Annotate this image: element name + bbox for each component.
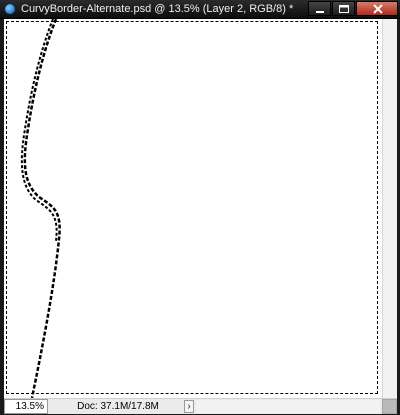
zoom-level-field[interactable]: 13.5% — [4, 399, 48, 414]
status-bar: 13.5% Doc: 37.1M/17.8M › — [4, 398, 397, 414]
document-window: CurvyBorder-Alternate.psd @ 13.5% (Layer… — [0, 0, 400, 415]
minimize-icon — [316, 11, 324, 13]
vertical-scrollbar[interactable] — [382, 19, 397, 398]
maximize-button[interactable] — [332, 1, 355, 16]
close-button[interactable] — [356, 1, 398, 16]
status-menu-arrow[interactable]: › — [184, 400, 194, 413]
photoshop-icon[interactable] — [4, 3, 16, 15]
resize-grip[interactable] — [382, 399, 397, 414]
close-icon — [373, 4, 383, 14]
curvy-border-selection — [20, 19, 61, 398]
maximize-icon — [339, 5, 349, 13]
document-size-info[interactable]: Doc: 37.1M/17.8M — [54, 399, 182, 414]
horizontal-scrollbar[interactable] — [196, 400, 380, 413]
canvas-area[interactable] — [4, 19, 382, 398]
minimize-button[interactable] — [308, 1, 331, 16]
title-bar[interactable]: CurvyBorder-Alternate.psd @ 13.5% (Layer… — [0, 0, 400, 19]
window-title: CurvyBorder-Alternate.psd @ 13.5% (Layer… — [21, 3, 294, 15]
window-controls — [307, 1, 398, 16]
